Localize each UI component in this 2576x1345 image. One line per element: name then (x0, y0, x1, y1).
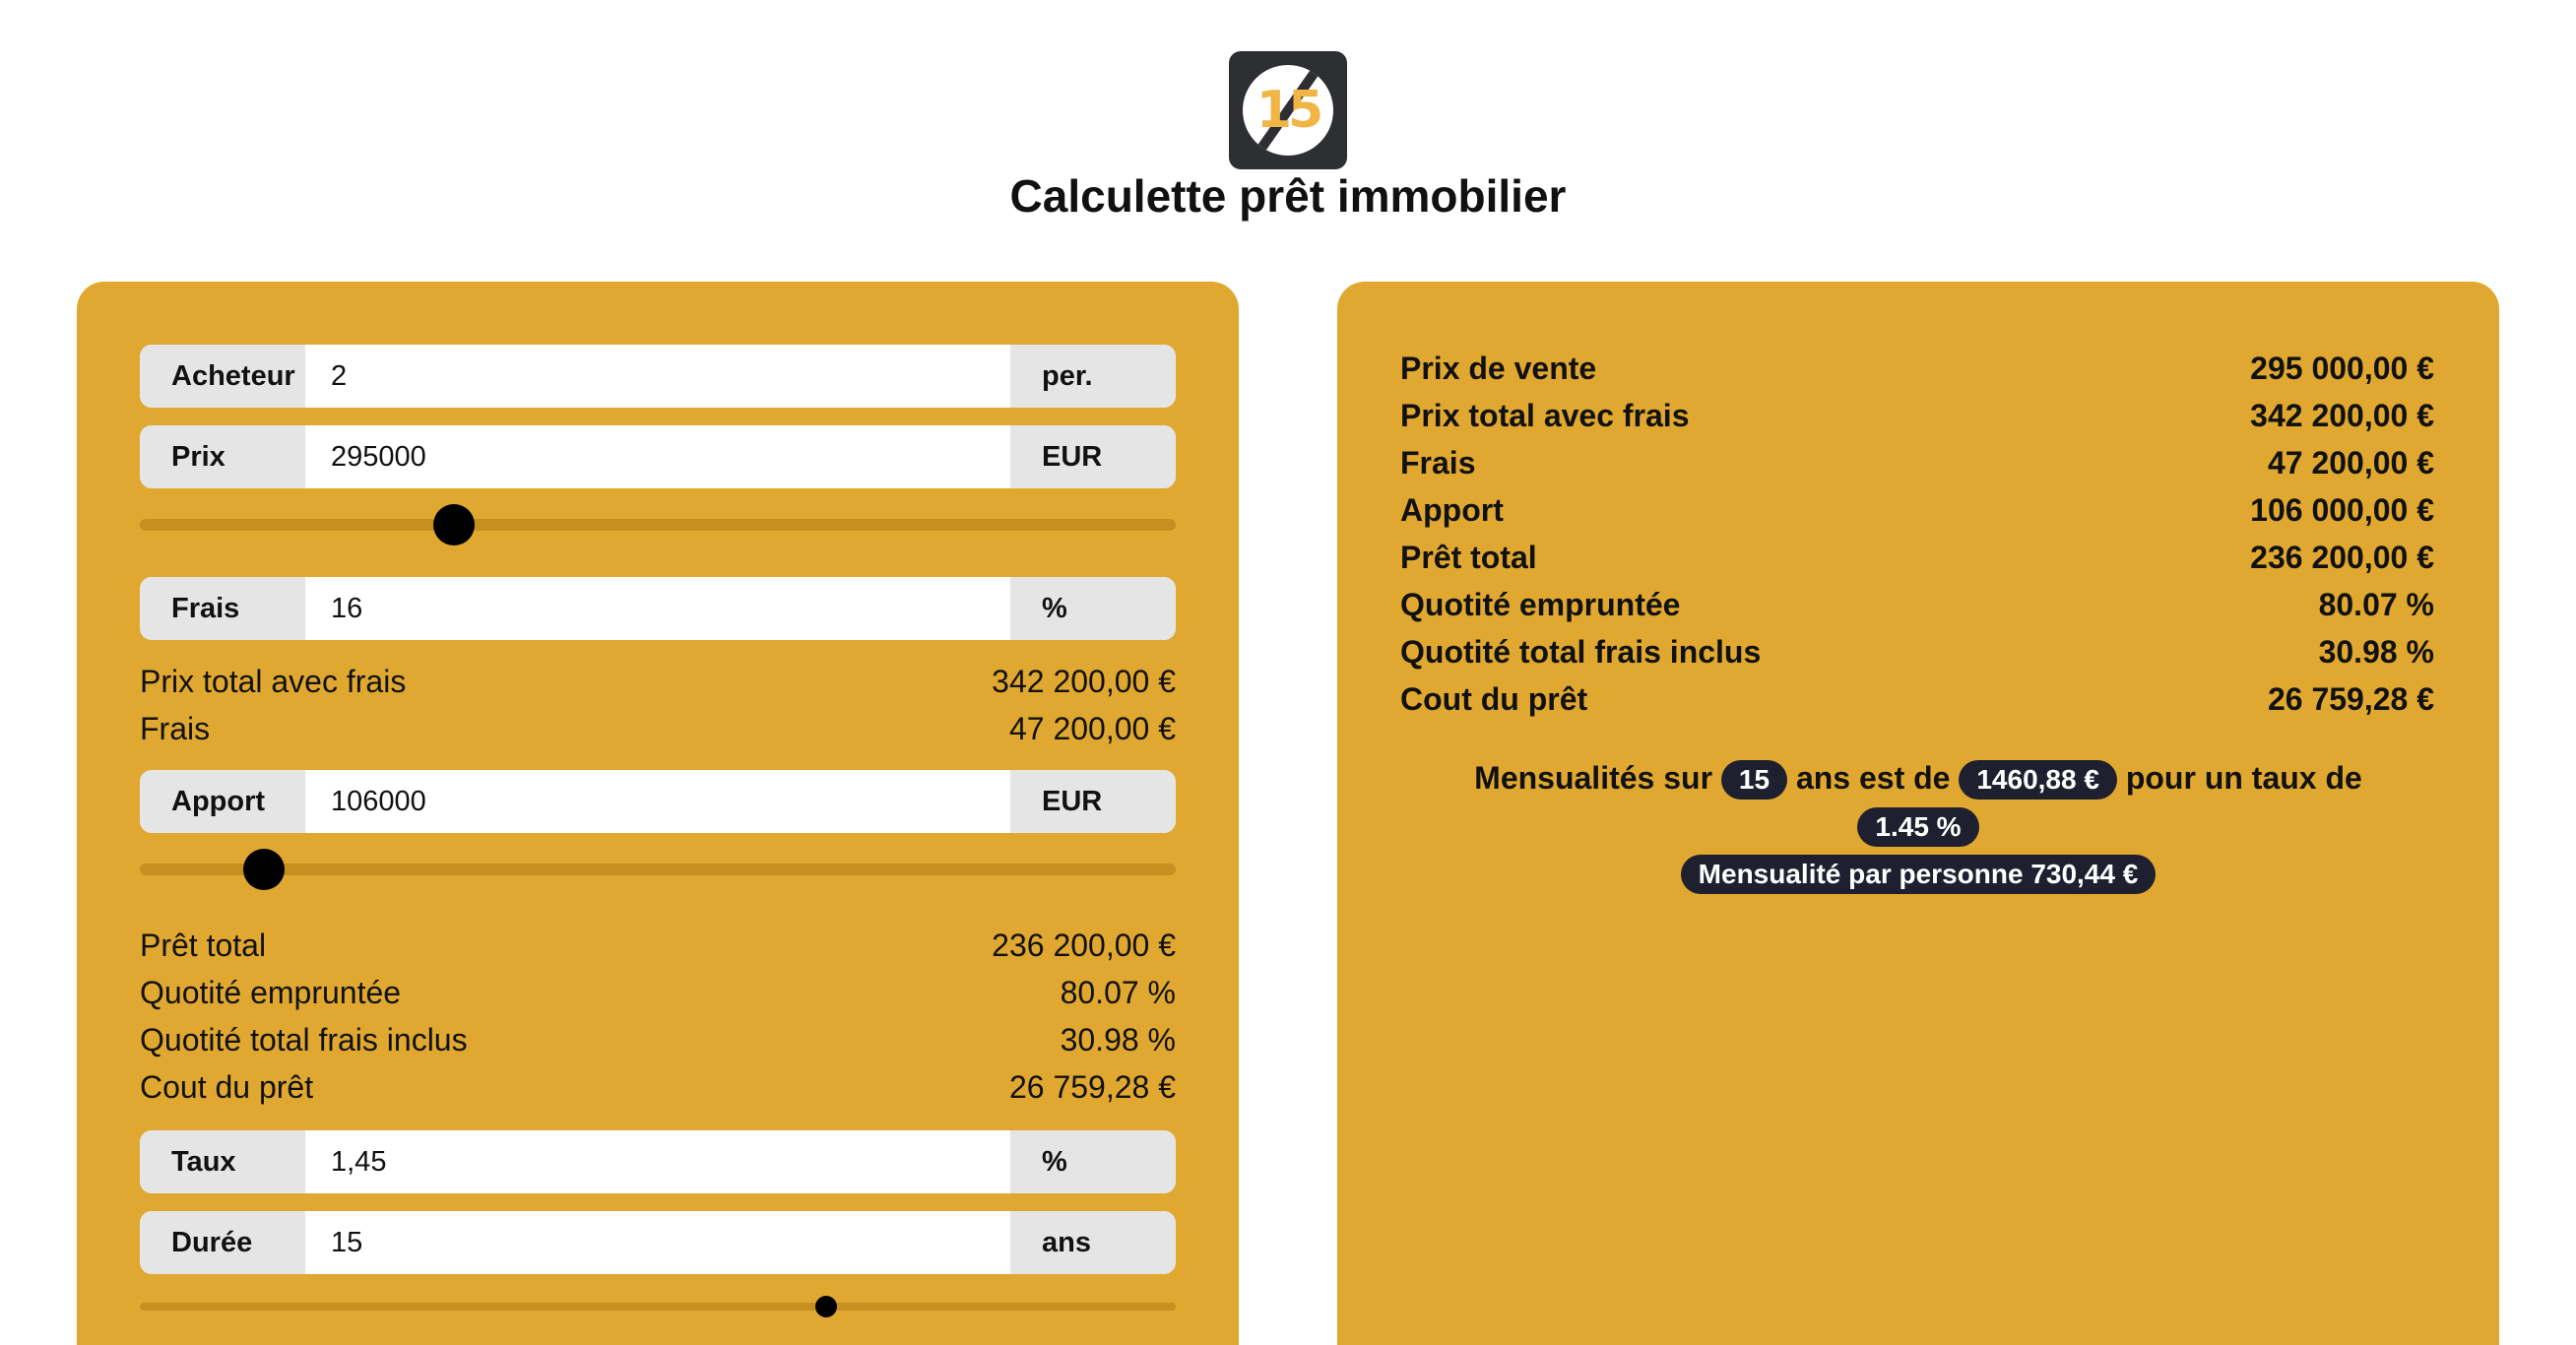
info-label: Cout du prêt (140, 1068, 314, 1105)
result-value: 295 000,00 € (2250, 350, 2434, 386)
frais-input[interactable] (305, 577, 1010, 640)
prix-input[interactable] (305, 425, 1010, 488)
taux-label: Taux (140, 1130, 305, 1193)
apport-input[interactable] (305, 770, 1010, 833)
info-value: 80.07 % (1060, 974, 1176, 1010)
result-value: 236 200,00 € (2250, 539, 2434, 575)
result-row-quotite: Quotité empruntée 80.07 % (1400, 583, 2434, 626)
duree-slider-track[interactable] (140, 1303, 1176, 1311)
logo-circle: 15 (1243, 65, 1333, 156)
info-row-frais: Frais 47 200,00 € (140, 707, 1176, 750)
result-label: Cout du prêt (1400, 680, 1588, 717)
page: 15 Calculette prêt immobilier Acheteur p… (0, 0, 2576, 1345)
info-value: 47 200,00 € (1008, 710, 1176, 746)
prix-slider[interactable] (140, 504, 1176, 545)
result-value: 47 200,00 € (2267, 444, 2434, 480)
prix-unit: EUR (1010, 425, 1176, 488)
duree-slider-thumb[interactable] (815, 1296, 838, 1317)
result-row-prix-vente: Prix de vente 295 000,00 € (1400, 347, 2434, 390)
acheteur-label: Acheteur (140, 345, 305, 408)
info-row-quotite-frais: Quotité total frais inclus 30.98 % (140, 1018, 1176, 1061)
prix-slider-track[interactable] (140, 519, 1176, 531)
monthly-payment-badge: 1460,88 € (1959, 760, 2117, 800)
result-row-cout: Cout du prêt 26 759,28 € (1400, 677, 2434, 721)
taux-unit: % (1010, 1130, 1176, 1193)
prix-label: Prix (140, 425, 305, 488)
result-row-quotite-frais: Quotité total frais inclus 30.98 % (1400, 630, 2434, 673)
info-value: 30.98 % (1060, 1021, 1176, 1057)
result-value: 30.98 % (2318, 633, 2434, 670)
info-row-quotite: Quotité empruntée 80.07 % (140, 971, 1176, 1014)
taux-group: Taux % (140, 1130, 1176, 1193)
duree-group: Durée ans (140, 1211, 1176, 1274)
frais-unit: % (1010, 577, 1176, 640)
result-row-frais: Frais 47 200,00 € (1400, 441, 2434, 484)
result-label: Prêt total (1400, 539, 1537, 575)
result-value: 342 200,00 € (2250, 397, 2434, 433)
apport-slider[interactable] (140, 849, 1176, 890)
acheteur-unit: per. (1010, 345, 1176, 408)
summary-text: pour un taux de (2125, 760, 2362, 796)
acheteur-input[interactable] (305, 345, 1010, 408)
frais-group: Frais % (140, 577, 1176, 640)
taux-input[interactable] (305, 1130, 1010, 1193)
app-logo: 15 (1229, 51, 1347, 169)
summary-text: Mensualités sur (1474, 760, 1713, 796)
apport-group: Apport EUR (140, 770, 1176, 833)
result-value: 106 000,00 € (2250, 491, 2434, 528)
page-title: Calculette prêt immobilier (1009, 170, 1567, 222)
apport-slider-track[interactable] (140, 864, 1176, 875)
rate-badge: 1.45 % (1857, 807, 1979, 847)
results-panel: Prix de vente 295 000,00 € Prix total av… (1337, 282, 2499, 1345)
result-value: 26 759,28 € (2267, 680, 2434, 717)
duree-slider[interactable] (140, 1286, 1176, 1325)
monthly-summary: Mensualités sur 15 ans est de 1460,88 € … (1377, 754, 2460, 896)
input-panel: Acheteur per. Prix EUR Frais % Prix tota… (77, 282, 1239, 1345)
result-value: 80.07 % (2318, 586, 2434, 622)
per-person-badge: Mensualité par personne 730,44 € (1680, 855, 2157, 894)
info-row-prix-total: Prix total avec frais 342 200,00 € (140, 660, 1176, 703)
result-label: Quotité empruntée (1400, 586, 1681, 622)
summary-text: ans est de (1795, 760, 1951, 796)
apport-label: Apport (140, 770, 305, 833)
duree-unit: ans (1010, 1211, 1176, 1274)
info-label: Quotité empruntée (140, 974, 402, 1010)
years-badge: 15 (1720, 760, 1788, 800)
result-row-apport: Apport 106 000,00 € (1400, 488, 2434, 532)
result-label: Apport (1400, 491, 1504, 528)
logo-number: 15 (1256, 81, 1323, 140)
frais-label: Frais (140, 577, 305, 640)
result-row-pret-total: Prêt total 236 200,00 € (1400, 536, 2434, 579)
prix-group: Prix EUR (140, 425, 1176, 488)
info-label: Quotité total frais inclus (140, 1021, 468, 1057)
result-label: Prix total avec frais (1400, 397, 1690, 433)
info-row-cout: Cout du prêt 26 759,28 € (140, 1065, 1176, 1109)
info-row-pret-total: Prêt total 236 200,00 € (140, 924, 1176, 967)
prix-slider-thumb[interactable] (432, 504, 475, 545)
info-label: Prix total avec frais (140, 663, 407, 699)
acheteur-group: Acheteur per. (140, 345, 1176, 408)
apport-slider-thumb[interactable] (243, 849, 286, 890)
info-value: 26 759,28 € (1008, 1068, 1176, 1105)
duree-input[interactable] (305, 1211, 1010, 1274)
info-label: Prêt total (140, 927, 267, 963)
result-label: Prix de vente (1400, 350, 1597, 386)
result-label: Frais (1400, 444, 1476, 480)
duree-label: Durée (140, 1211, 305, 1274)
apport-unit: EUR (1010, 770, 1176, 833)
info-label: Frais (140, 710, 211, 746)
info-value: 236 200,00 € (992, 927, 1176, 963)
result-row-prix-total: Prix total avec frais 342 200,00 € (1400, 394, 2434, 437)
result-label: Quotité total frais inclus (1400, 633, 1762, 670)
info-value: 342 200,00 € (992, 663, 1176, 699)
